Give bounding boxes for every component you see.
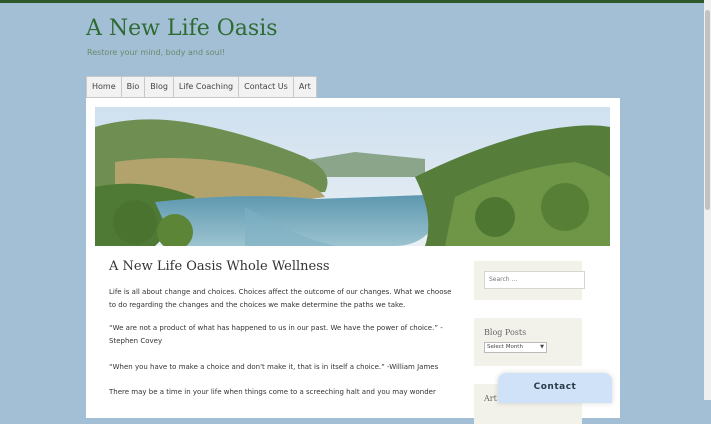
- search-widget: [474, 261, 585, 300]
- nav-item-bio[interactable]: Bio: [120, 76, 145, 98]
- contact-tab-label: Contact: [533, 382, 577, 392]
- nav-item-blog[interactable]: Blog: [144, 76, 173, 98]
- top-accent-bar: [0, 0, 711, 3]
- site-tagline: Restore your mind, body and soul!: [87, 48, 226, 57]
- archive-month-select-label: Select Month: [487, 344, 523, 350]
- post-quote-james: “When you have to make a choice and don'…: [109, 363, 439, 371]
- scrollbar-thumb[interactable]: [705, 10, 710, 210]
- art-widget-title: Art: [484, 394, 497, 403]
- nav-item-home[interactable]: Home: [86, 76, 121, 98]
- chevron-down-icon: ▼: [540, 344, 544, 350]
- contact-tab[interactable]: Contact: [498, 373, 612, 403]
- post-paragraph: There may be a time in your life when th…: [109, 388, 436, 396]
- scrollbar[interactable]: [704, 0, 711, 400]
- content-area: A New Life Oasis Whole Wellness Life is …: [86, 98, 620, 424]
- archive-month-select[interactable]: Select Month ▼: [484, 342, 547, 353]
- post-quote-covey: “We are not a product of what has happen…: [109, 324, 443, 345]
- search-input[interactable]: [484, 271, 585, 289]
- nav-item-contact-us[interactable]: Contact Us: [238, 76, 293, 98]
- post-title: A New Life Oasis Whole Wellness: [109, 259, 330, 274]
- blog-posts-widget: Blog Posts Select Month ▼: [474, 318, 582, 366]
- header-landscape-image: [95, 107, 610, 246]
- main-nav: Home Bio Blog Life Coaching Contact Us A…: [86, 76, 317, 98]
- blog-posts-title: Blog Posts: [484, 328, 527, 337]
- nav-item-life-coaching[interactable]: Life Coaching: [172, 76, 239, 98]
- nav-item-art[interactable]: Art: [292, 76, 317, 98]
- post-paragraph: Life is all about change and choices. Ch…: [109, 288, 452, 309]
- site-title[interactable]: A New Life Oasis: [86, 16, 278, 41]
